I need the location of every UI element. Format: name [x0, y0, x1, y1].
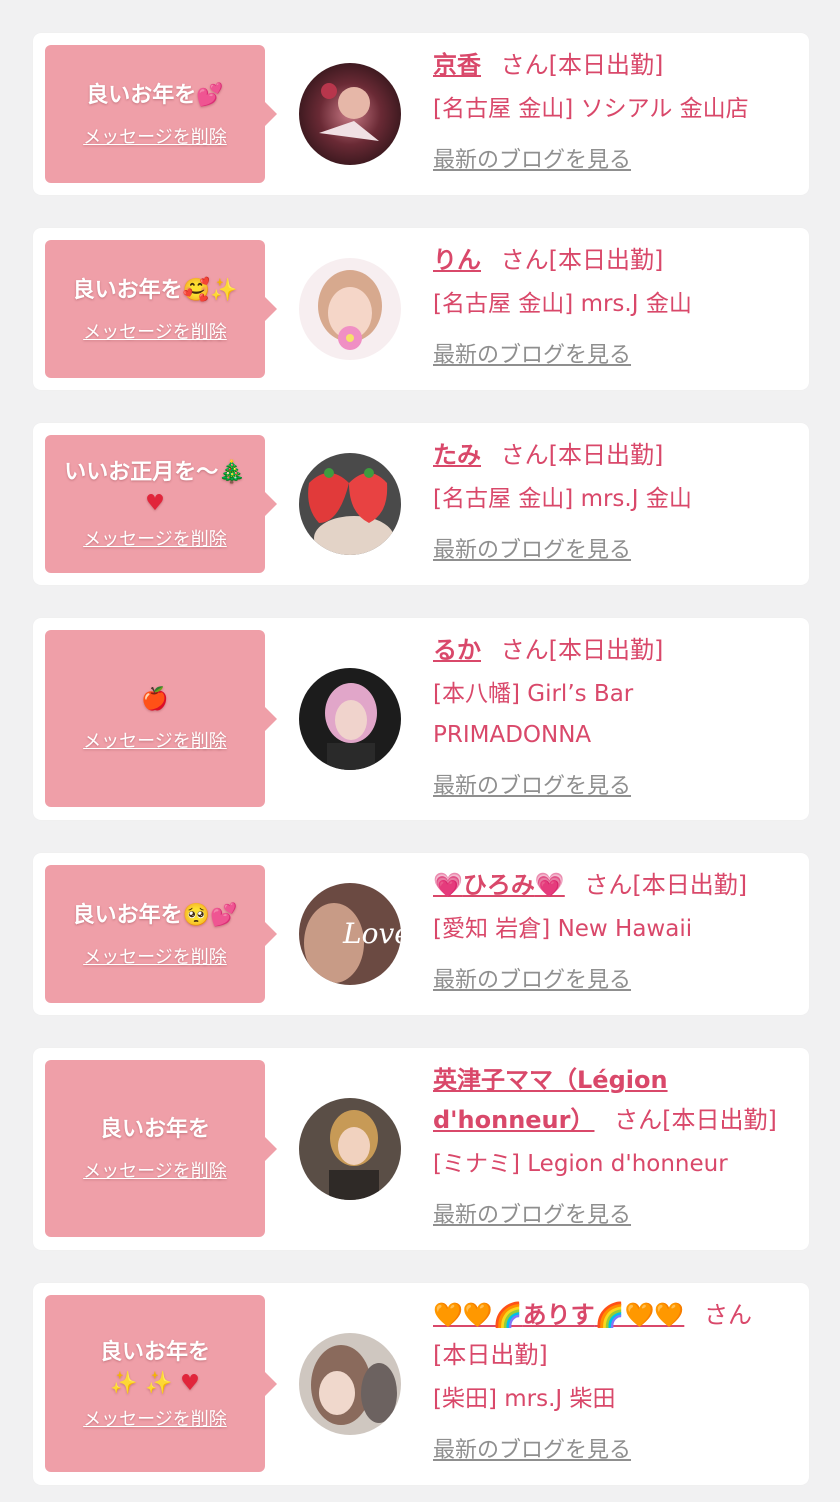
cast-info: 英津子ママ（Légion d'honneur） さん[本日出勤] [ミナミ] L… — [433, 1060, 793, 1229]
message-text: いいお正月を〜🎄 ♥ — [64, 460, 246, 516]
message-card: いいお正月を〜🎄 ♥ メッセージを削除 たみ さん[本日出勤] [名古屋 金山] … — [33, 423, 809, 585]
latest-blog-link[interactable]: 最新のブログを見る — [433, 1432, 631, 1464]
apple-icon: 🍎 — [141, 687, 169, 712]
shop-name: [本八幡] Girl’s Bar PRIMADONNA — [433, 681, 634, 748]
message-card: 良いお年を🥺💕 メッセージを削除 Love 💗ひろみ💗 さん[本日出勤] [愛知… — [33, 853, 809, 1015]
cast-name-link[interactable]: 💗ひろみ💗 — [433, 871, 565, 899]
cast-name-link[interactable]: るか — [433, 636, 481, 664]
cast-name-link[interactable]: たみ — [433, 441, 481, 469]
cast-info: 🧡🧡🌈ありす🌈🧡🧡 さん [本日出勤] [柴田] mrs.J 柴田 最新のブログを… — [433, 1295, 793, 1464]
svg-text:Love: Love — [342, 917, 401, 950]
san-label: さん[本日出勤] — [500, 51, 664, 79]
message-text: 良いお年を ✨ ✨ ♥ — [99, 1339, 210, 1396]
shop-name: [柴田] mrs.J 柴田 — [433, 1386, 616, 1412]
cast-info: たみ さん[本日出勤] [名古屋 金山] mrs.J 金山 最新のブログを見る — [433, 435, 793, 564]
message-card: 🍎 メッセージを削除 るか さん[本日出勤] [本八幡] Girl’s Bar … — [33, 618, 809, 820]
cast-info: 💗ひろみ💗 さん[本日出勤] [愛知 岩倉] New Hawaii 最新のブログ… — [433, 865, 793, 994]
avatar[interactable] — [299, 63, 401, 165]
san-label: さん — [703, 1301, 752, 1329]
san-label: さん[本日出勤] — [614, 1106, 777, 1134]
cast-info: 京香 さん[本日出勤] [名古屋 金山] ソシアル 金山店 最新のブログを見る — [433, 45, 793, 174]
message-text: 良いお年を🥰✨ — [72, 277, 238, 303]
latest-blog-link[interactable]: 最新のブログを見る — [433, 142, 631, 174]
delete-message-link[interactable]: メッセージを削除 — [83, 123, 227, 149]
san-label: さん[本日出勤] — [584, 871, 748, 899]
shop-name: [名古屋 金山] mrs.J 金山 — [433, 291, 692, 317]
avatar[interactable] — [299, 453, 401, 555]
shop-name: [愛知 岩倉] New Hawaii — [433, 916, 693, 942]
delete-message-link[interactable]: メッセージを削除 — [83, 318, 227, 344]
sparkle-heart-icons: ✨ ✨ ♥ — [110, 1370, 200, 1396]
shop-name: [ミナミ] Legion d'honneur — [433, 1151, 728, 1177]
message-bubble: 良いお年を メッセージを削除 — [45, 1060, 277, 1237]
shop-name: [名古屋 金山] ソシアル 金山店 — [433, 96, 749, 122]
message-bubble: 良いお年を ✨ ✨ ♥ メッセージを削除 — [45, 1295, 277, 1472]
message-card: 良いお年を🥰✨ メッセージを削除 りん さん[本日出勤] [名古屋 金山] mr… — [33, 228, 809, 390]
message-text: 良いお年を💕 — [86, 82, 224, 108]
shop-name: [名古屋 金山] mrs.J 金山 — [433, 486, 692, 512]
avatar[interactable] — [299, 1098, 401, 1200]
delete-message-link[interactable]: メッセージを削除 — [83, 1157, 227, 1183]
message-bubble: いいお正月を〜🎄 ♥ メッセージを削除 — [45, 435, 277, 573]
message-card: 良いお年を メッセージを削除 英津子ママ（Légion d'honneur） さ… — [33, 1048, 809, 1250]
san-label: さん[本日出勤] — [500, 636, 664, 664]
cast-info: りん さん[本日出勤] [名古屋 金山] mrs.J 金山 最新のブログを見る — [433, 240, 793, 369]
latest-blog-link[interactable]: 最新のブログを見る — [433, 1197, 631, 1229]
avatar[interactable] — [299, 258, 401, 360]
delete-message-link[interactable]: メッセージを削除 — [83, 1405, 227, 1431]
latest-blog-link[interactable]: 最新のブログを見る — [433, 768, 631, 800]
latest-blog-link[interactable]: 最新のブログを見る — [433, 962, 631, 994]
message-text: 良いお年を🥺💕 — [72, 902, 238, 928]
delete-message-link[interactable]: メッセージを削除 — [83, 943, 227, 969]
avatar[interactable]: Love — [299, 883, 401, 985]
message-bubble: 🍎 メッセージを削除 — [45, 630, 277, 807]
cast-name-link[interactable]: 京香 — [433, 51, 481, 79]
message-bubble: 良いお年を🥰✨ メッセージを削除 — [45, 240, 277, 378]
avatar[interactable] — [299, 668, 401, 770]
heart-icon: ♥ — [145, 491, 165, 516]
message-bubble: 良いお年を🥺💕 メッセージを削除 — [45, 865, 277, 1003]
working-today-label: [本日出勤] — [433, 1341, 548, 1369]
san-label: さん[本日出勤] — [500, 246, 664, 274]
latest-blog-link[interactable]: 最新のブログを見る — [433, 337, 631, 369]
message-bubble: 良いお年を💕 メッセージを削除 — [45, 45, 277, 183]
delete-message-link[interactable]: メッセージを削除 — [83, 727, 227, 753]
message-card: 良いお年を💕 メッセージを削除 京香 さん[本日出勤] [名古屋 金山] ソシア… — [33, 33, 809, 195]
latest-blog-link[interactable]: 最新のブログを見る — [433, 532, 631, 564]
san-label: さん[本日出勤] — [500, 441, 664, 469]
delete-message-link[interactable]: メッセージを削除 — [83, 525, 227, 551]
message-text: 良いお年を — [99, 1117, 210, 1142]
message-text: 🍎 — [141, 684, 168, 715]
avatar[interactable] — [299, 1333, 401, 1435]
message-card: 良いお年を ✨ ✨ ♥ メッセージを削除 🧡🧡🌈ありす🌈🧡🧡 さん [本日出勤] [… — [33, 1283, 809, 1485]
cast-name-link[interactable]: 🧡🧡🌈ありす🌈🧡🧡 — [433, 1301, 684, 1329]
cast-name-link[interactable]: りん — [433, 246, 481, 274]
cast-info: るか さん[本日出勤] [本八幡] Girl’s Bar PRIMADONNA … — [433, 630, 793, 800]
